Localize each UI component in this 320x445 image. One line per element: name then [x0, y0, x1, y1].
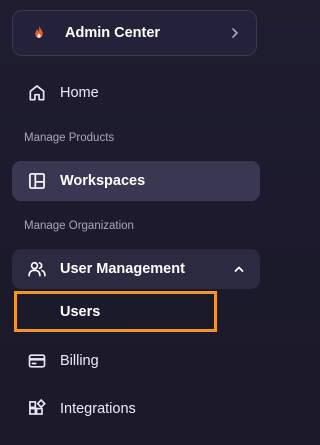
nav-item-integrations-label: Integrations [60, 401, 136, 417]
app-title: Admin Center [65, 25, 161, 41]
nav-subitem-users-label: Users [60, 303, 101, 320]
nav-item-home[interactable]: Home [12, 73, 260, 113]
flame-icon [30, 24, 48, 42]
nav-item-workspaces[interactable]: Workspaces [12, 161, 260, 201]
nav-item-integrations[interactable]: Integrations [12, 389, 260, 429]
section-label-manage-organization: Manage Organization [24, 220, 134, 232]
nav-item-workspaces-label: Workspaces [60, 173, 146, 189]
chevron-up-icon[interactable] [232, 262, 246, 276]
nav-subitem-users[interactable]: Users [14, 291, 217, 332]
nav-item-user-management[interactable]: User Management [12, 249, 260, 289]
users-icon [26, 258, 48, 280]
nav-item-billing-label: Billing [60, 353, 99, 369]
app-switcher-button[interactable]: Admin Center [12, 10, 257, 56]
section-label-manage-products: Manage Products [24, 132, 115, 144]
chevron-right-icon [228, 26, 242, 40]
nav-item-billing[interactable]: Billing [12, 341, 260, 381]
nav-item-home-label: Home [60, 85, 99, 101]
nav-item-user-management-label: User Management [60, 261, 185, 277]
puzzle-icon [26, 398, 48, 420]
home-icon [26, 82, 48, 104]
layout-icon [26, 170, 48, 192]
credit-card-icon [26, 350, 48, 372]
